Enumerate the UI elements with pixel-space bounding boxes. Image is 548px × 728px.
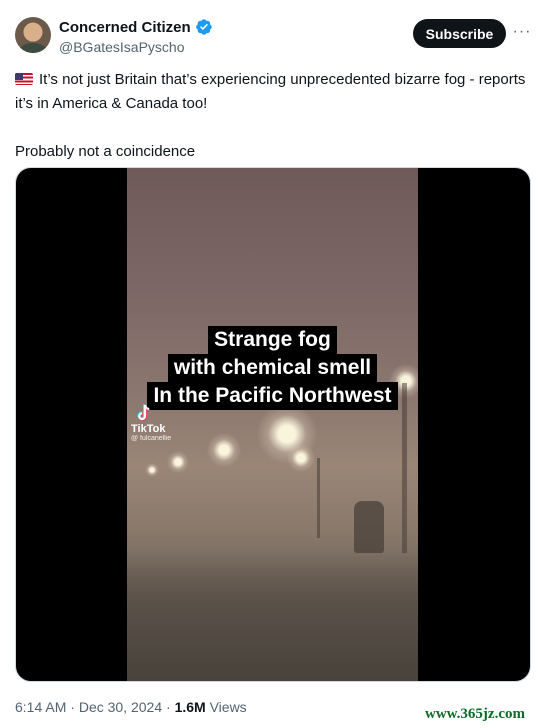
post: Concerned Citizen @BGatesIsaPyscho Subsc… [0,0,548,728]
us-flag-icon [15,73,33,85]
post-text-line-2: Probably not a coincidence [15,143,196,160]
post-time[interactable]: 6:14 AM [15,699,66,715]
verified-badge-icon[interactable] [195,18,213,36]
views-count[interactable]: 1.6M [175,699,206,715]
post-date[interactable]: Dec 30, 2024 [79,699,162,715]
street-light [145,463,159,477]
author-display-name[interactable]: Concerned Citizen [59,19,191,36]
street-light [167,451,189,473]
post-meta: 6:14 AM · Dec 30, 2024 · 1.6M Views [15,699,247,715]
caption-line-3: In the Pacific Northwest [147,382,398,410]
tiktok-handle: @ fulcanellie [131,435,172,442]
author-name-row: Concerned Citizen [59,18,213,36]
views-label[interactable]: Views [210,699,247,715]
lamp-post [317,458,320,538]
street-bin [354,501,384,553]
post-text: It’s not just Britain that’s experiencin… [15,68,530,164]
ground-shadow [127,548,418,681]
more-options-icon[interactable]: ··· [512,22,532,42]
caption-line-1: Strange fog [208,326,337,354]
caption-line-2: with chemical smell [167,354,378,382]
author-handle[interactable]: @BGatesIsaPyscho [59,39,185,55]
tiktok-icon [137,404,150,421]
subscribe-button[interactable]: Subscribe [413,19,506,48]
post-text-line-1-content: It’s not just Britain that’s experiencin… [15,71,526,112]
meta-separator: · [70,699,75,715]
post-text-line-1: It’s not just Britain that’s experiencin… [15,68,530,116]
meta-separator: · [166,699,171,715]
tiktok-watermark: TikTok @ fulcanellie [131,404,171,442]
video-media[interactable]: Strange fog with chemical smell In the P… [15,167,531,682]
video-frame[interactable]: Strange fog with chemical smell In the P… [127,168,418,681]
avatar-shirt [19,43,47,53]
street-light [287,444,315,472]
tiktok-label: TikTok [131,423,166,435]
video-caption: Strange fog with chemical smell In the P… [127,326,418,410]
street-light [207,433,241,467]
avatar[interactable] [15,17,51,53]
site-watermark: www.365jz.com [425,706,525,722]
